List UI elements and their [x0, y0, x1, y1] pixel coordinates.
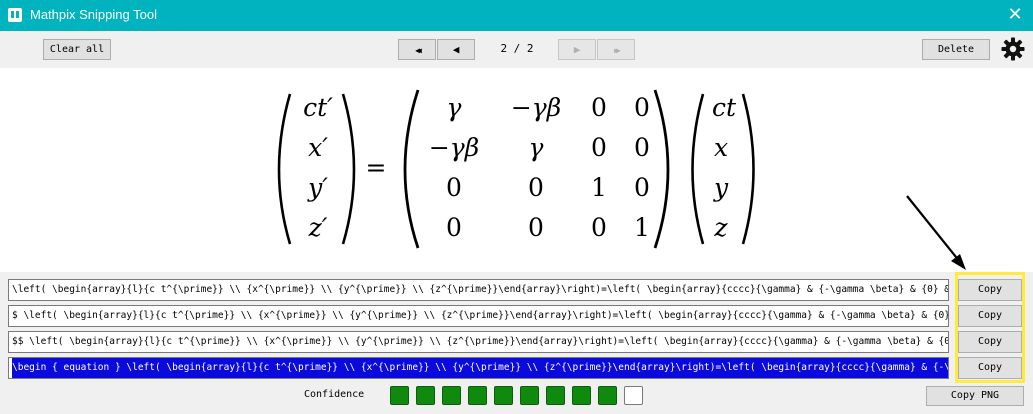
lhs-entry: y′: [307, 173, 328, 202]
confidence-square: [520, 386, 539, 405]
left-paren: [691, 93, 705, 245]
confidence-square: [390, 386, 409, 405]
confidence-square: [598, 386, 617, 405]
transformation-matrix: γ −γβ 0 0−γβ γ 0 00 0 1 00 0 0 1: [429, 93, 650, 242]
confidence-square: [624, 386, 643, 405]
confidence-square: [442, 386, 461, 405]
right-arrow-icon: ▶: [573, 43, 581, 56]
equation-preview: ct′ x′ y′ z′ = γ −γβ 0 0 −γβ γ 0 0 0 0 1 0 0 0 0 1 ct x…: [0, 68, 1033, 272]
right-paren: [741, 93, 755, 245]
equals-sign: =: [366, 153, 387, 182]
double-left-arrow-icon: ◀◀: [415, 46, 421, 55]
matrix-entry: γ: [529, 133, 544, 162]
lhs-entry: ct′: [303, 93, 333, 122]
confidence-square: [416, 386, 435, 405]
rhs-entry: y: [713, 173, 729, 202]
lhs-entry: z′: [308, 213, 328, 242]
last-page-button[interactable]: ▶▶: [597, 39, 635, 60]
matrix-entry: 0: [591, 213, 607, 242]
matrix-entry: 0: [634, 133, 650, 162]
left-paren: [403, 89, 420, 249]
matrix-entry: 0: [446, 213, 462, 242]
latex-result-row-selected[interactable]: \begin { equation } \left( \begin{array}…: [8, 357, 949, 379]
next-page-button[interactable]: ▶: [558, 39, 596, 60]
confidence-square: [572, 386, 591, 405]
title-bar: Mathpix Snipping Tool ✕: [0, 0, 1033, 31]
mathpix-logo-icon: [8, 8, 22, 22]
latex-result-row[interactable]: $ \left( \begin{array}{l}{c t^{\prime}} …: [8, 305, 949, 327]
gear-icon[interactable]: [1001, 37, 1025, 61]
copy-buttons-highlight: [955, 272, 1025, 383]
first-page-button[interactable]: ◀◀: [398, 39, 436, 60]
matrix-entry: 0: [591, 93, 607, 122]
matrix-entry: 0: [528, 213, 544, 242]
double-right-arrow-icon: ▶▶: [614, 46, 620, 55]
rhs-entry: z: [713, 213, 728, 242]
rhs-entry: x: [714, 133, 728, 162]
left-paren: [277, 93, 292, 245]
confidence-square: [468, 386, 487, 405]
lhs-entry: x′: [308, 133, 328, 162]
page-indicator: 2 / 2: [500, 42, 534, 55]
rendered-equation: ct′ x′ y′ z′ = γ −γβ 0 0−γβ γ 0 00 0 1 00 0 0 1 ct x…: [277, 89, 755, 249]
matrix-entry: 1: [634, 213, 650, 242]
matrix-entry: 0: [591, 133, 607, 162]
window-title: Mathpix Snipping Tool: [30, 7, 157, 22]
confidence-square: [494, 386, 513, 405]
left-arrow-icon: ◀: [452, 43, 460, 56]
previous-page-button[interactable]: ◀: [437, 39, 475, 60]
copy-png-button[interactable]: Copy PNG: [926, 386, 1024, 406]
matrix-entry: γ: [447, 93, 462, 122]
confidence-square: [546, 386, 565, 405]
clear-all-button[interactable]: Clear all: [43, 39, 111, 60]
right-paren: [653, 89, 670, 249]
matrix-entry: 0: [634, 173, 650, 202]
close-button[interactable]: ✕: [1005, 5, 1025, 25]
latex-result-row[interactable]: $$ \left( \begin{array}{l}{c t^{\prime}}…: [8, 331, 949, 353]
delete-button[interactable]: Delete: [922, 39, 990, 60]
rhs-entry: ct: [712, 93, 737, 122]
matrix-entry: −γβ: [429, 133, 479, 162]
right-paren: [341, 93, 356, 245]
selected-text: \begin { equation } \left( \begin{array}…: [12, 358, 948, 378]
matrix-entry: 0: [446, 173, 462, 202]
matrix-entry: 0: [634, 93, 650, 122]
matrix-entry: 1: [591, 173, 607, 202]
matrix-entry: 0: [528, 173, 544, 202]
matrix-entry: −γβ: [511, 93, 561, 122]
latex-result-row[interactable]: \left( \begin{array}{l}{c t^{\prime}} \\…: [8, 279, 949, 301]
confidence-label: Confidence: [304, 389, 365, 400]
